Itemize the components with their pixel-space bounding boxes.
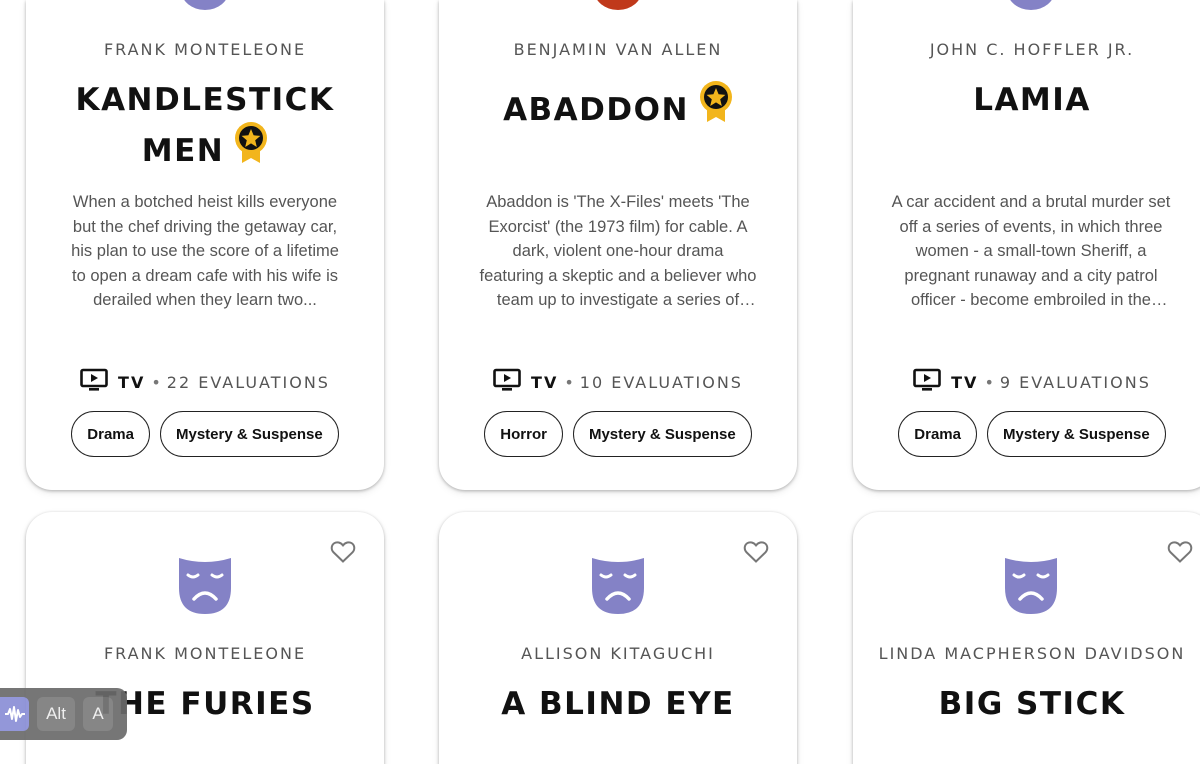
alt-text-button[interactable]: Alt	[37, 697, 75, 731]
card-author: LINDA MACPHERSON DAVIDSON	[878, 644, 1186, 663]
favorite-heart-icon[interactable]	[743, 540, 769, 569]
card-title-text: ABADDON	[503, 92, 689, 128]
card-author: ALLISON KITAGUCHI	[521, 644, 715, 663]
tv-icon	[80, 368, 108, 396]
sad-mask-icon	[179, 558, 231, 619]
genre-tag[interactable]: Mystery & Suspense	[986, 411, 1166, 457]
genre-tag[interactable]: Drama	[898, 411, 977, 457]
card-meta: TV • 10 EVALUATIONS	[439, 368, 797, 396]
project-card-big-stick[interactable]: LINDA MACPHERSON DAVIDSON BIG STICK	[853, 512, 1200, 764]
font-size-button[interactable]: A	[83, 697, 113, 731]
card-author: FRANK MONTELEONE	[103, 644, 307, 663]
sad-mask-icon	[1005, 558, 1057, 619]
card-author: JOHN C. HOFFLER JR.	[929, 40, 1135, 59]
card-title-line2: MEN	[141, 133, 225, 169]
card-title[interactable]: BIG STICK	[873, 684, 1191, 725]
separator-dot: •	[564, 372, 574, 392]
accessibility-toolbar: Alt A	[0, 688, 127, 740]
card-title[interactable]: KANDLESTICK MEN	[46, 80, 364, 176]
project-card-a-blind-eye[interactable]: ALLISON KITAGUCHI A BLIND EYE	[439, 512, 797, 764]
evaluations-count: 22 EVALUATIONS	[166, 372, 330, 392]
tv-icon	[913, 368, 941, 396]
card-author: BENJAMIN VAN ALLEN	[513, 40, 723, 59]
genre-icon	[1007, 0, 1055, 10]
genre-tag[interactable]: Drama	[71, 411, 150, 457]
format-label: TV	[118, 372, 146, 392]
card-meta: TV • 9 EVALUATIONS	[853, 368, 1200, 396]
genre-icon	[181, 0, 229, 10]
project-card-lamia[interactable]: JOHN C. HOFFLER JR. LAMIA A car accident…	[853, 0, 1200, 490]
separator-dot: •	[984, 372, 994, 392]
format-label: TV	[531, 372, 559, 392]
genre-tag[interactable]: Horror	[484, 411, 563, 457]
card-title[interactable]: A BLIND EYE	[459, 684, 777, 725]
card-author: FRANK MONTELEONE	[103, 40, 307, 59]
tv-icon	[493, 368, 521, 396]
card-title[interactable]: LAMIA	[873, 80, 1191, 121]
genre-tags: Drama Mystery & Suspense	[853, 411, 1200, 457]
genre-tag[interactable]: Mystery & Suspense	[572, 411, 752, 457]
card-title-text: LAMIA	[973, 82, 1091, 118]
favorite-heart-icon[interactable]	[330, 540, 356, 569]
format-label: TV	[951, 372, 979, 392]
sad-mask-icon	[592, 558, 644, 619]
award-badge-icon	[234, 121, 268, 176]
genre-tags: Drama Mystery & Suspense	[26, 411, 384, 457]
card-title-line1: KANDLESTICK	[75, 82, 335, 118]
evaluations-count: 10 EVALUATIONS	[579, 372, 743, 392]
project-card-abaddon[interactable]: BENJAMIN VAN ALLEN ABADDON Abaddon is 'T…	[439, 0, 797, 490]
audio-wave-icon[interactable]	[0, 697, 29, 731]
card-description: A car accident and a brutal murder set o…	[891, 193, 1171, 310]
card-meta: TV • 22 EVALUATIONS	[26, 368, 384, 396]
separator-dot: •	[151, 372, 161, 392]
card-description: Abaddon is 'The X-Files' meets 'The Exor…	[479, 193, 757, 310]
genre-tags: Horror Mystery & Suspense	[439, 411, 797, 457]
card-description: When a botched heist kills everyone but …	[71, 193, 339, 310]
award-badge-icon	[699, 80, 733, 135]
genre-icon	[594, 0, 642, 10]
genre-tag[interactable]: Mystery & Suspense	[159, 411, 339, 457]
evaluations-count: 9 EVALUATIONS	[999, 372, 1151, 392]
favorite-heart-icon[interactable]	[1167, 540, 1193, 569]
project-card-kandlestick-men[interactable]: FRANK MONTELEONE KANDLESTICK MEN When a …	[26, 0, 384, 490]
card-title[interactable]: ABADDON	[459, 80, 777, 135]
